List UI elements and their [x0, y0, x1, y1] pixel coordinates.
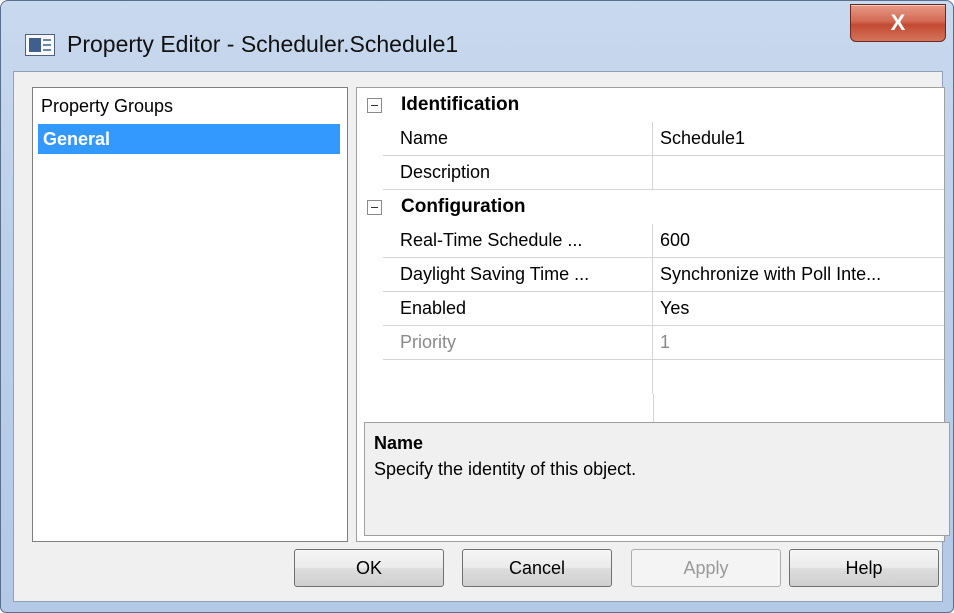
property-name: Priority — [383, 326, 653, 360]
property-name: Description — [383, 156, 653, 190]
property-row-name[interactable]: Name Schedule1 — [357, 122, 944, 156]
property-help-panel: Name Specify the identity of this object… — [364, 422, 950, 536]
help-text: Specify the identity of this object. — [374, 459, 637, 479]
group-item-general[interactable]: General — [38, 124, 340, 154]
collapse-icon[interactable] — [367, 200, 382, 215]
property-groups-list: Property Groups General — [32, 87, 348, 542]
category-label: Identification — [401, 94, 520, 115]
ok-button[interactable]: OK — [294, 549, 444, 587]
property-name: Name — [383, 122, 653, 156]
category-configuration: Configuration — [357, 190, 944, 224]
property-row-empty — [357, 360, 944, 394]
title-bar[interactable]: Property Editor - Scheduler.Schedule1 X — [1, 1, 953, 71]
property-value[interactable]: 600 — [653, 224, 944, 258]
property-name: Real-Time Schedule ... — [383, 224, 653, 258]
property-editor-window: Property Editor - Scheduler.Schedule1 X … — [0, 0, 954, 613]
property-row-enabled[interactable]: Enabled Yes — [357, 292, 944, 326]
collapse-icon[interactable] — [367, 98, 382, 113]
property-value: 1 — [653, 326, 944, 360]
help-title: Name — [374, 433, 424, 453]
property-editor-icon — [25, 34, 55, 56]
property-value[interactable]: Schedule1 — [653, 122, 944, 156]
property-value[interactable]: Yes — [653, 292, 944, 326]
close-button[interactable]: X — [850, 4, 946, 42]
property-row-description[interactable]: Description — [357, 156, 944, 190]
property-row-daylight-saving-time[interactable]: Daylight Saving Time ... Synchronize wit… — [357, 258, 944, 292]
property-name: Daylight Saving Time ... — [383, 258, 653, 292]
property-value[interactable] — [653, 156, 944, 190]
property-value-empty — [653, 360, 944, 394]
category-identification: Identification — [357, 88, 944, 122]
help-button[interactable]: Help — [789, 549, 939, 587]
property-row-priority: Priority 1 — [357, 326, 944, 360]
property-value[interactable]: Synchronize with Poll Inte... — [653, 258, 944, 292]
cancel-button[interactable]: Cancel — [462, 549, 612, 587]
property-groups-header: Property Groups — [41, 96, 174, 116]
category-label: Configuration — [401, 196, 526, 217]
property-name: Enabled — [383, 292, 653, 326]
property-row-real-time-schedule[interactable]: Real-Time Schedule ... 600 — [357, 224, 944, 258]
apply-button: Apply — [631, 549, 781, 587]
dialog-body: Property Groups General Identification N… — [13, 71, 950, 602]
window-title: Property Editor - Scheduler.Schedule1 — [67, 31, 459, 57]
property-name-empty — [383, 360, 653, 394]
